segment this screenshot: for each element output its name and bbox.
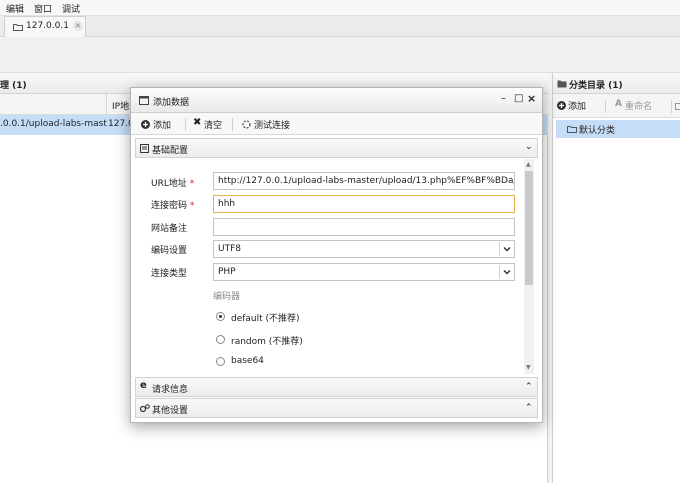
section-basic-config[interactable]: 基础配置 ⌄ bbox=[135, 138, 538, 158]
chevron-up-icon[interactable]: ⌃ bbox=[525, 382, 533, 392]
encoder-default-label[interactable]: default (不推荐) bbox=[231, 311, 300, 324]
folder-icon bbox=[13, 24, 23, 31]
dialog-title: 添加数据 bbox=[153, 98, 190, 108]
section-other-title: 其他设置 bbox=[152, 406, 189, 416]
clear-button-label: 清空 bbox=[204, 121, 223, 131]
toolbar-divider bbox=[605, 100, 606, 113]
category-header: 分类目录 (1) bbox=[553, 73, 680, 94]
category-panel: 分类目录 (1) 添加 A 重命名 默认分类 bbox=[552, 73, 680, 483]
minimize-icon[interactable]: – bbox=[501, 93, 506, 104]
delete-icon[interactable] bbox=[675, 102, 680, 110]
encoder-random-radio[interactable] bbox=[216, 335, 225, 344]
section-other-settings[interactable]: 其他设置 ⌃ bbox=[135, 398, 538, 418]
gears-icon bbox=[140, 404, 150, 413]
basic-config-form: URL地址 * http://127.0.0.1/upload-labs-mas… bbox=[135, 158, 528, 374]
scroll-thumb[interactable] bbox=[525, 171, 533, 285]
menu-window[interactable]: 窗口 bbox=[34, 2, 52, 15]
category-title: 分类目录 (1) bbox=[569, 81, 623, 91]
encoder-default-radio[interactable] bbox=[216, 312, 225, 321]
section-request-title: 请求信息 bbox=[152, 385, 189, 395]
connection-type-value: PHP bbox=[218, 267, 236, 277]
url-label: URL地址 * bbox=[151, 179, 195, 189]
tab-close-icon[interactable]: × bbox=[73, 21, 83, 31]
chevron-down-icon bbox=[499, 242, 513, 256]
encoding-select-value: UTF8 bbox=[218, 244, 241, 254]
scroll-down-icon[interactable]: ▼ bbox=[526, 364, 531, 371]
dialog-toolbar: 添加 ✖ 清空 测试连接 bbox=[131, 113, 542, 135]
type-label: 连接类型 bbox=[151, 269, 188, 279]
menu-bar: 编辑 窗口 调试 bbox=[0, 0, 680, 16]
row-url: .0.0.1/upload-labs-mast bbox=[0, 119, 107, 129]
chevron-up-icon[interactable]: ⌃ bbox=[525, 403, 533, 413]
section-request-info[interactable]: e 请求信息 ⌃ bbox=[135, 377, 538, 397]
url-input[interactable]: http://127.0.0.1/upload-labs-master/uplo… bbox=[213, 172, 515, 190]
category-rename-label: 重命名 bbox=[625, 102, 653, 112]
chevron-down-icon bbox=[499, 265, 513, 279]
encoding-select[interactable]: UTF8 bbox=[213, 240, 515, 258]
toolbar-area bbox=[0, 37, 680, 73]
maximize-icon[interactable]: □ bbox=[514, 93, 523, 104]
toolbar-divider bbox=[671, 100, 672, 113]
folder-icon bbox=[557, 80, 567, 88]
menu-edit[interactable]: 编辑 bbox=[6, 2, 24, 15]
spinner-icon bbox=[242, 120, 251, 129]
add-button-label: 添加 bbox=[153, 121, 172, 131]
close-icon[interactable]: × bbox=[527, 92, 536, 105]
encoding-label: 编码设置 bbox=[151, 246, 188, 256]
category-toolbar: 添加 A 重命名 bbox=[553, 94, 680, 118]
connection-type-select[interactable]: PHP bbox=[213, 263, 515, 281]
note-input[interactable] bbox=[213, 218, 515, 236]
toolbar-divider bbox=[232, 118, 233, 131]
plus-circle-icon bbox=[557, 101, 566, 110]
tab-label: 127.0.0.1 bbox=[26, 21, 69, 31]
add-button[interactable]: 添加 bbox=[141, 117, 177, 131]
menu-debug[interactable]: 调试 bbox=[62, 2, 80, 15]
password-label: 连接密码 * bbox=[151, 201, 195, 211]
note-label: 网站备注 bbox=[151, 224, 188, 234]
clear-icon: ✖ bbox=[193, 117, 202, 128]
scroll-up-icon[interactable]: ▲ bbox=[526, 161, 531, 168]
form-scrollbar[interactable]: ▲ ▼ bbox=[524, 159, 534, 374]
encoder-base64-radio[interactable] bbox=[216, 357, 225, 366]
toolbar-divider bbox=[185, 118, 186, 131]
column-ip[interactable]: IP地 bbox=[112, 99, 129, 112]
folder-icon bbox=[567, 126, 577, 133]
category-add-button[interactable]: 添加 bbox=[557, 99, 599, 113]
document-icon bbox=[140, 144, 149, 153]
encoder-heading: 编码器 bbox=[213, 292, 241, 302]
dialog-titlebar[interactable]: 添加数据 – □ × bbox=[131, 88, 542, 113]
add-data-dialog: 添加数据 – □ × 添加 ✖ 清空 测试连接 基础配置 ⌄ URL地址 * h… bbox=[130, 87, 543, 423]
clear-button[interactable]: ✖ 清空 bbox=[193, 117, 229, 131]
data-list-title: 理 (1) bbox=[0, 81, 27, 91]
category-add-label: 添加 bbox=[568, 102, 587, 112]
test-connection-button[interactable]: 测试连接 bbox=[242, 117, 306, 131]
rename-icon: A bbox=[615, 99, 622, 109]
column-divider bbox=[106, 94, 107, 115]
category-rename-button[interactable]: A 重命名 bbox=[615, 99, 665, 113]
category-item-label: 默认分类 bbox=[579, 126, 616, 136]
plus-circle-icon bbox=[141, 120, 150, 129]
tab-bar: 127.0.0.1 × bbox=[0, 16, 680, 37]
category-item-default[interactable]: 默认分类 bbox=[556, 120, 680, 138]
test-connection-label: 测试连接 bbox=[254, 121, 291, 131]
encoder-base64-label[interactable]: base64 bbox=[231, 356, 264, 366]
tab-127-0-0-1[interactable]: 127.0.0.1 × bbox=[4, 16, 86, 37]
encoder-random-label[interactable]: random (不推荐) bbox=[231, 334, 303, 347]
request-icon: e bbox=[140, 380, 147, 391]
window-icon bbox=[139, 96, 149, 105]
chevron-down-icon[interactable]: ⌄ bbox=[525, 142, 533, 152]
password-input[interactable]: hhh bbox=[213, 195, 515, 213]
section-basic-title: 基础配置 bbox=[152, 146, 189, 156]
